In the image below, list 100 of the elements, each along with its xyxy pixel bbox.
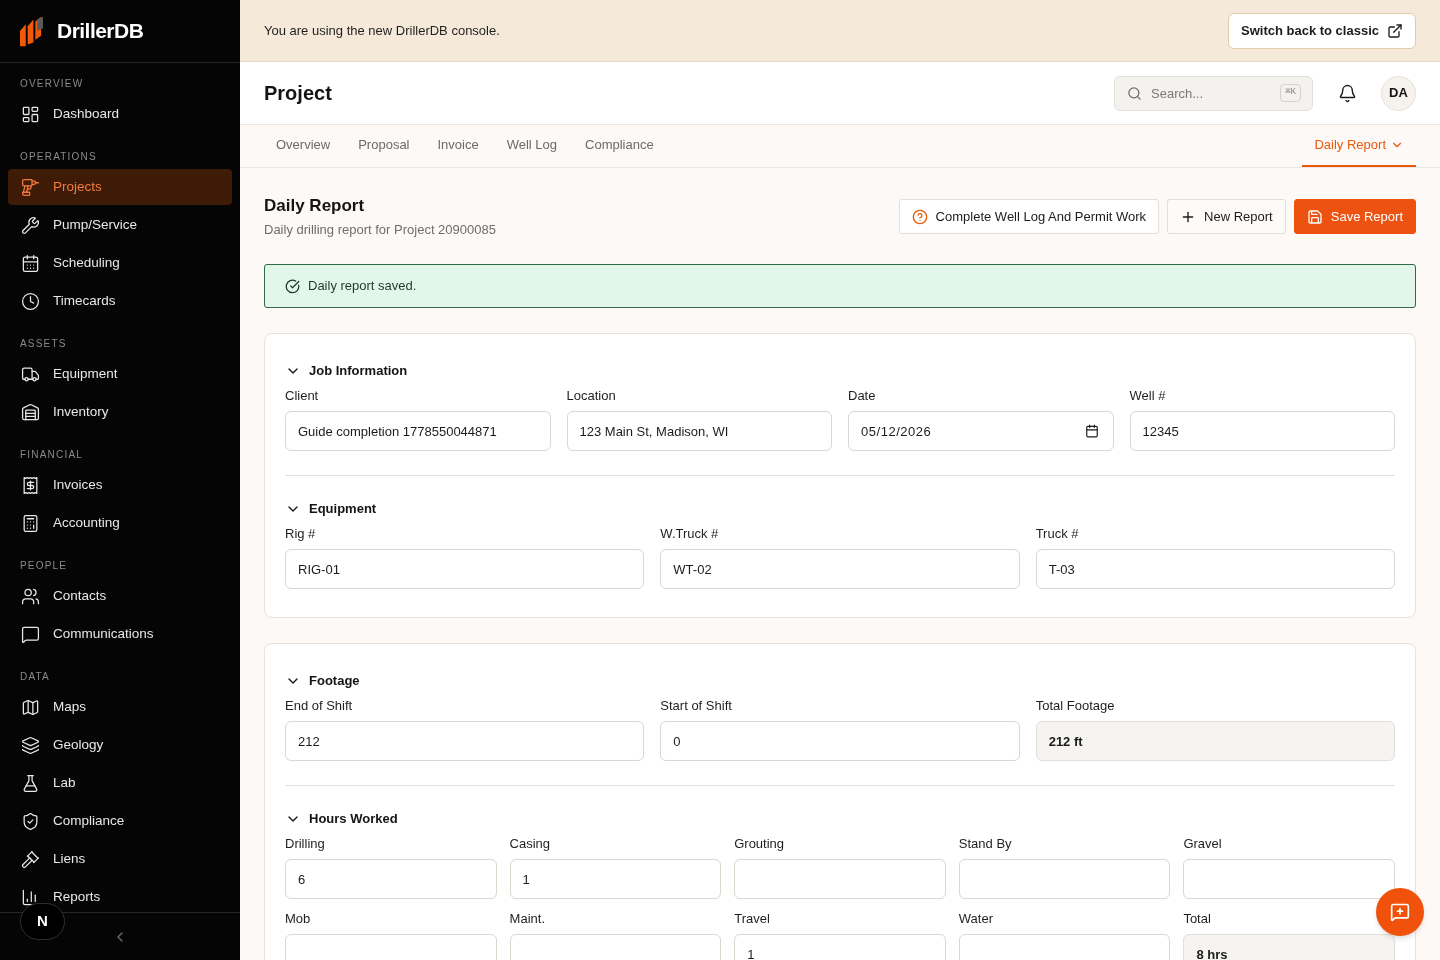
calendar-icon[interactable] xyxy=(1084,424,1099,438)
field-label: Mob xyxy=(285,910,312,928)
field-label: Client xyxy=(285,387,320,405)
input-field[interactable] xyxy=(1183,859,1395,899)
sidebar-nav-item[interactable]: Accounting xyxy=(8,505,232,541)
input-field[interactable]: 1 xyxy=(509,859,722,899)
user-avatar[interactable]: DA xyxy=(1381,75,1416,111)
brand-logo-icon xyxy=(20,15,43,47)
receipt-icon xyxy=(21,475,40,495)
input-field[interactable]: 212 xyxy=(285,721,645,761)
sidebar-nav-item[interactable]: Geology xyxy=(8,727,232,763)
clock-icon xyxy=(21,291,40,311)
users-icon xyxy=(21,586,40,606)
field-label: W.Truck # xyxy=(660,525,720,543)
action-button[interactable]: Save Report xyxy=(1293,199,1416,234)
message-plus-icon xyxy=(1390,902,1410,922)
switch-classic-button[interactable]: Switch back to classic xyxy=(1228,12,1416,49)
field-label: Maint. xyxy=(509,910,546,928)
map-icon xyxy=(21,697,40,717)
input-field[interactable] xyxy=(958,859,1171,899)
section-toggle[interactable]: Hours Worked xyxy=(285,810,398,828)
action-button[interactable]: Complete Well Log And Permit Work xyxy=(898,199,1160,234)
sidebar-nav-item[interactable]: Scheduling xyxy=(8,245,232,281)
field-label: Gravel xyxy=(1183,835,1223,853)
nav-section-label: FINANCIAL xyxy=(20,447,84,462)
field-label: Rig # xyxy=(285,525,317,543)
field-label: Start of Shift xyxy=(660,697,733,715)
field-label: Total Footage xyxy=(1035,697,1116,715)
tab[interactable]: Proposal xyxy=(346,125,422,167)
tab[interactable]: Invoice xyxy=(425,125,491,167)
date-field[interactable]: 05/12/2026 xyxy=(848,411,1114,451)
sidebar-nav-item[interactable]: Inventory xyxy=(8,394,232,430)
section-toggle[interactable]: Footage xyxy=(285,672,360,690)
layers-icon xyxy=(21,735,40,755)
nav-section-label: OPERATIONS xyxy=(20,149,97,164)
banner-message: You are using the new DrillerDB console. xyxy=(264,21,500,40)
field-label: Location xyxy=(566,387,617,405)
calendar-icon xyxy=(21,253,40,273)
chat-bubble-icon xyxy=(21,624,40,644)
bell-icon xyxy=(1337,83,1357,103)
tab[interactable]: Overview xyxy=(264,125,343,167)
nav-section-label: DATA xyxy=(20,669,50,684)
field-label: Water xyxy=(958,910,994,928)
action-button[interactable]: New Report xyxy=(1167,199,1286,234)
field-label: Stand By xyxy=(958,835,1013,853)
warehouse-icon xyxy=(21,402,40,422)
total-field[interactable]: 8 hrs xyxy=(1183,934,1395,960)
input-field[interactable]: T-03 xyxy=(1035,549,1395,589)
dashboard-grid-icon xyxy=(21,104,40,124)
input-field[interactable]: 1 xyxy=(734,934,946,960)
tab[interactable]: Compliance xyxy=(573,125,666,167)
sidebar-nav-item[interactable]: Invoices xyxy=(8,467,232,503)
field-label: Casing xyxy=(509,835,552,853)
section-subtitle: Daily drilling report for Project 20900085 xyxy=(264,221,496,239)
page-title: Project xyxy=(264,81,332,106)
field-label: Drilling xyxy=(285,835,326,853)
input-field[interactable]: 0 xyxy=(660,721,1020,761)
shield-check-icon xyxy=(21,811,40,831)
sidebar-nav-item[interactable]: Communications xyxy=(8,616,232,652)
sidebar-nav-item[interactable]: Liens xyxy=(8,841,232,877)
alert-message: Daily report saved. xyxy=(308,277,417,296)
input-field[interactable]: 6 xyxy=(285,859,497,899)
tab[interactable]: Well Log xyxy=(494,125,570,167)
sidebar-nav-item[interactable]: Equipment xyxy=(8,356,232,392)
drill-icon xyxy=(21,177,40,197)
input-field[interactable]: RIG-01 xyxy=(285,549,645,589)
check-circle-icon xyxy=(285,278,300,294)
sidebar-nav-item[interactable]: Maps xyxy=(8,689,232,725)
input-field[interactable]: Guide completion 1778550044871 xyxy=(285,411,551,451)
calculator-icon xyxy=(21,513,40,533)
sidebar-nav-item[interactable]: Timecards xyxy=(8,283,232,319)
field-label: Well # xyxy=(1129,387,1167,405)
flask-icon xyxy=(21,773,40,793)
input-field[interactable]: 12345 xyxy=(1129,411,1395,451)
field-label: Travel xyxy=(734,910,771,928)
external-link-icon xyxy=(1387,22,1403,39)
input-field[interactable]: 123 Main St, Madison, WI xyxy=(566,411,832,451)
shortcut-key: ⌘K xyxy=(1280,83,1301,102)
sidebar-nav-item[interactable]: Dashboard xyxy=(8,96,232,132)
total-field[interactable]: 212 ft xyxy=(1035,721,1395,761)
sidebar-nav-item[interactable]: Lab xyxy=(8,765,232,801)
field-label: Date xyxy=(848,387,877,405)
nav-section-label: PEOPLE xyxy=(20,558,68,573)
sidebar-nav-item[interactable]: Contacts xyxy=(8,578,232,614)
dev-tools-badge[interactable]: N xyxy=(20,903,65,940)
save-icon xyxy=(1306,208,1323,225)
sidebar-nav-item[interactable]: Pump/Service xyxy=(8,207,232,243)
section-toggle[interactable]: Job Information xyxy=(285,362,408,380)
sidebar-nav-item[interactable]: Projects xyxy=(8,169,232,205)
input-field[interactable]: WT-02 xyxy=(660,549,1020,589)
field-label: Total xyxy=(1183,910,1212,928)
gavel-icon xyxy=(21,849,40,869)
section-toggle[interactable]: Equipment xyxy=(285,500,377,518)
sidebar-nav-item[interactable]: Compliance xyxy=(8,803,232,839)
field-label: Truck # xyxy=(1035,525,1080,543)
section-heading: Daily Report xyxy=(264,195,366,217)
wrench-icon xyxy=(21,215,40,235)
input-field[interactable] xyxy=(734,859,946,899)
help-circle-icon xyxy=(911,208,928,225)
field-label: Grouting xyxy=(734,835,786,853)
